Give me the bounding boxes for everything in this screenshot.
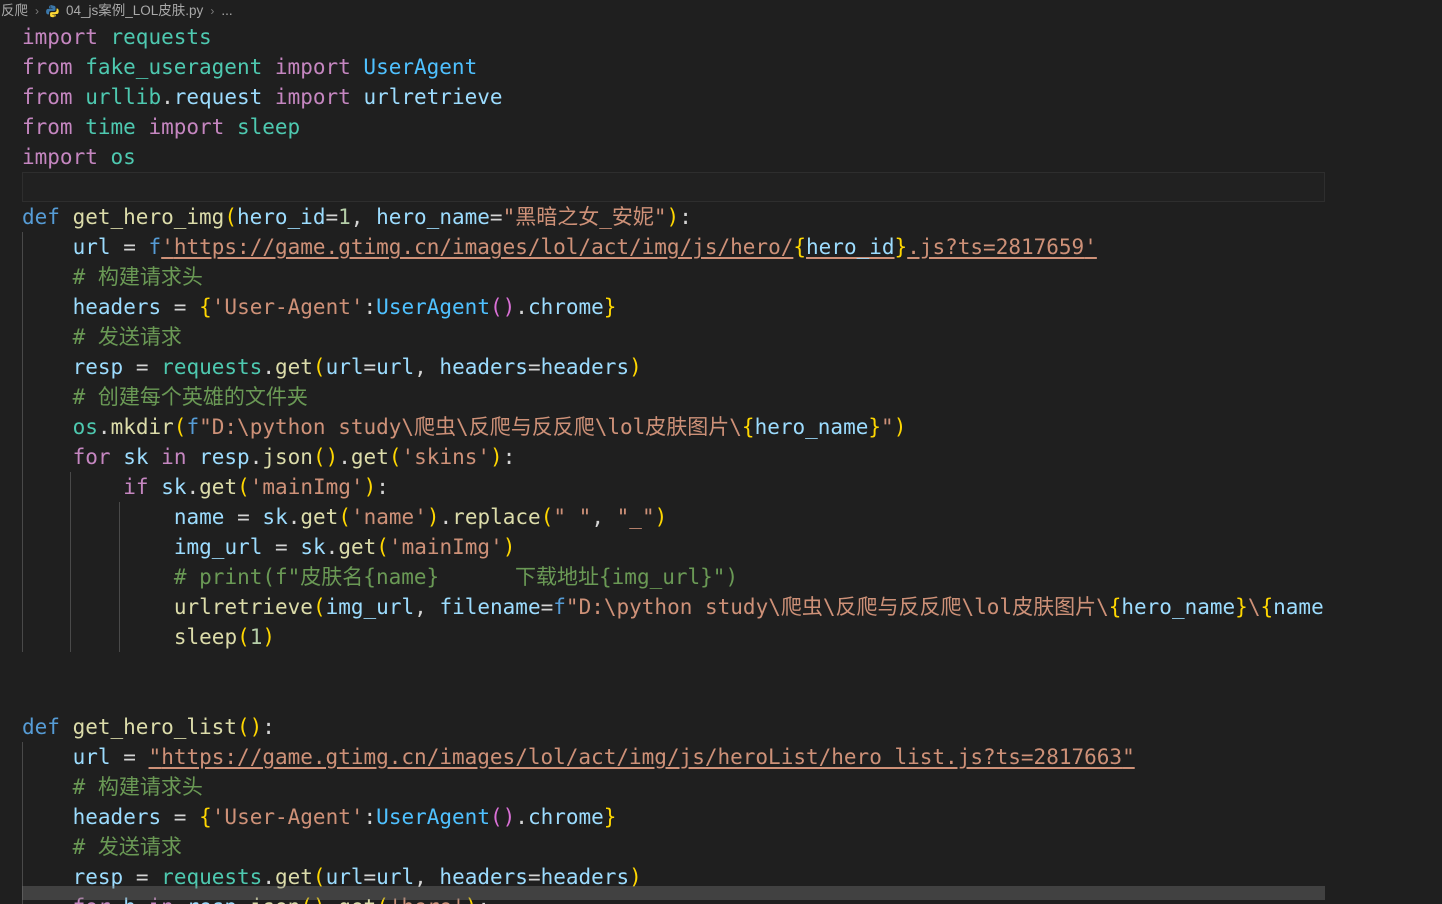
breadcrumb-separator-icon: › (35, 4, 39, 18)
breadcrumb: 反爬 › 04_js案例_LOL皮肤.py › ... (0, 0, 1442, 22)
code-line-text: from time import sleep (22, 115, 301, 139)
minimap-content (1333, 30, 1434, 180)
code-line[interactable]: # 创建每个英雄的文件夹 (22, 382, 1325, 412)
code-line-text: import requests (22, 25, 212, 49)
breadcrumb-item-file[interactable]: 04_js案例_LOL皮肤.py (65, 0, 204, 22)
code-line[interactable]: if sk.get('mainImg'): (22, 472, 1325, 502)
editor-gutter (0, 22, 22, 904)
breadcrumb-item-symbols[interactable]: ... (220, 0, 233, 22)
code-line[interactable]: url = "https://game.gtimg.cn/images/lol/… (22, 742, 1325, 772)
code-line[interactable]: # print(f"皮肤名{name} 下载地址{img_url}") (22, 562, 1325, 592)
code-line-text: from urllib.request import urlretrieve (22, 85, 503, 109)
minimap-line (1333, 30, 1434, 34)
code-line-text: import os (22, 145, 136, 169)
minimap-line (1333, 165, 1434, 169)
minimap-line (1333, 85, 1434, 89)
code-line-text: # 构建请求头 (72, 265, 203, 289)
code-line[interactable]: from time import sleep (22, 112, 1325, 142)
code-line[interactable]: from urllib.request import urlretrieve (22, 82, 1325, 112)
minimap-line (1333, 160, 1434, 164)
code-line-text: for sk in resp.json().get('skins'): (72, 445, 516, 469)
minimap-line (1333, 140, 1434, 144)
code-line-text: # 创建每个英雄的文件夹 (72, 385, 308, 409)
code-line-text: name = sk.get('name').replace(" ", "_") (173, 505, 668, 529)
minimap-line (1333, 40, 1434, 44)
vscode-editor-window: 反爬 › 04_js案例_LOL皮肤.py › ... import reque… (0, 0, 1442, 904)
minimap-line (1333, 70, 1434, 74)
code-line-text: resp = requests.get(url=url, headers=hea… (72, 355, 642, 379)
breadcrumb-separator-icon-2: › (210, 4, 215, 18)
code-line[interactable]: # 发送请求 (22, 832, 1325, 862)
minimap-line (1333, 75, 1434, 79)
minimap-line (1333, 125, 1434, 129)
code-line[interactable]: # 发送请求 (22, 322, 1325, 352)
code-line-text: img_url = sk.get('mainImg') (173, 535, 516, 559)
code-line[interactable]: import os (22, 142, 1325, 172)
code-line[interactable]: resp = requests.get(url=url, headers=hea… (22, 352, 1325, 382)
code-line-text: from fake_useragent import UserAgent (22, 55, 478, 79)
code-line-text: # 发送请求 (72, 835, 182, 859)
code-line-text: urlretrieve(img_url, filename=f"D:\pytho… (173, 595, 1325, 619)
code-line[interactable]: def get_hero_img(hero_id=1, hero_name="黑… (22, 202, 1325, 232)
minimap-line (1333, 35, 1434, 39)
horizontal-scrollbar[interactable] (22, 886, 1325, 900)
code-content[interactable]: import requests from fake_useragent impor… (22, 22, 1325, 904)
minimap-line (1333, 130, 1434, 134)
code-editor[interactable]: import requests from fake_useragent impor… (0, 22, 1325, 904)
code-line-text: if sk.get('mainImg'): (123, 475, 389, 499)
code-line[interactable]: from fake_useragent import UserAgent (22, 52, 1325, 82)
minimap-line (1333, 110, 1434, 114)
minimap-line (1333, 100, 1434, 104)
minimap-line (1333, 120, 1434, 124)
code-line[interactable]: # 构建请求头 (22, 772, 1325, 802)
minimap-line (1333, 60, 1434, 64)
breadcrumb-item-folder[interactable]: 反爬 (0, 0, 29, 22)
code-line[interactable] (22, 652, 1325, 682)
minimap-line (1333, 115, 1434, 119)
minimap-line (1333, 135, 1434, 139)
minimap-line (1333, 150, 1434, 154)
minimap-line (1333, 80, 1434, 84)
code-line-text: def get_hero_list(): (22, 715, 275, 739)
code-line-text: sleep(1) (173, 625, 276, 649)
code-line[interactable]: import requests (22, 22, 1325, 52)
code-line-text: url = f'https://game.gtimg.cn/images/lol… (72, 235, 1097, 259)
minimap-line (1333, 155, 1434, 159)
code-line[interactable]: img_url = sk.get('mainImg') (22, 532, 1325, 562)
code-line[interactable]: sleep(1) (22, 622, 1325, 652)
code-line[interactable] (22, 682, 1325, 712)
minimap-line (1333, 90, 1434, 94)
code-line[interactable] (22, 172, 1325, 202)
code-line[interactable]: for sk in resp.json().get('skins'): (22, 442, 1325, 472)
minimap-line (1333, 170, 1434, 174)
code-line[interactable]: headers = {'User-Agent':UserAgent().chro… (22, 802, 1325, 832)
code-line-text: url = "https://game.gtimg.cn/images/lol/… (72, 745, 1135, 769)
code-line[interactable]: urlretrieve(img_url, filename=f"D:\pytho… (22, 592, 1325, 622)
python-file-icon (45, 4, 60, 19)
minimap-line (1333, 55, 1434, 59)
minimap-line (1333, 145, 1434, 149)
minimap-line (1333, 175, 1434, 179)
code-line[interactable]: os.mkdir(f"D:\python study\爬虫\反爬与反反爬\lol… (22, 412, 1325, 442)
minimap-line (1333, 95, 1434, 99)
code-line-text: # 构建请求头 (72, 775, 203, 799)
code-line[interactable]: name = sk.get('name').replace(" ", "_") (22, 502, 1325, 532)
code-line[interactable]: # 构建请求头 (22, 262, 1325, 292)
code-line-text: # 发送请求 (72, 325, 182, 349)
minimap-line (1333, 50, 1434, 54)
minimap-line (1333, 105, 1434, 109)
code-line[interactable]: headers = {'User-Agent':UserAgent().chro… (22, 292, 1325, 322)
code-line-text: # print(f"皮肤名{name} 下载地址{img_url}") (173, 565, 739, 589)
minimap-line (1333, 45, 1434, 49)
code-line-text: headers = {'User-Agent':UserAgent().chro… (72, 295, 617, 319)
minimap[interactable] (1325, 22, 1442, 904)
minimap-line (1333, 65, 1434, 69)
code-line[interactable]: url = f'https://game.gtimg.cn/images/lol… (22, 232, 1325, 262)
code-line[interactable]: def get_hero_list(): (22, 712, 1325, 742)
code-line-text: os.mkdir(f"D:\python study\爬虫\反爬与反反爬\lol… (72, 415, 907, 439)
code-line-text: headers = {'User-Agent':UserAgent().chro… (72, 805, 617, 829)
code-line-text: def get_hero_img(hero_id=1, hero_name="黑… (22, 205, 692, 229)
